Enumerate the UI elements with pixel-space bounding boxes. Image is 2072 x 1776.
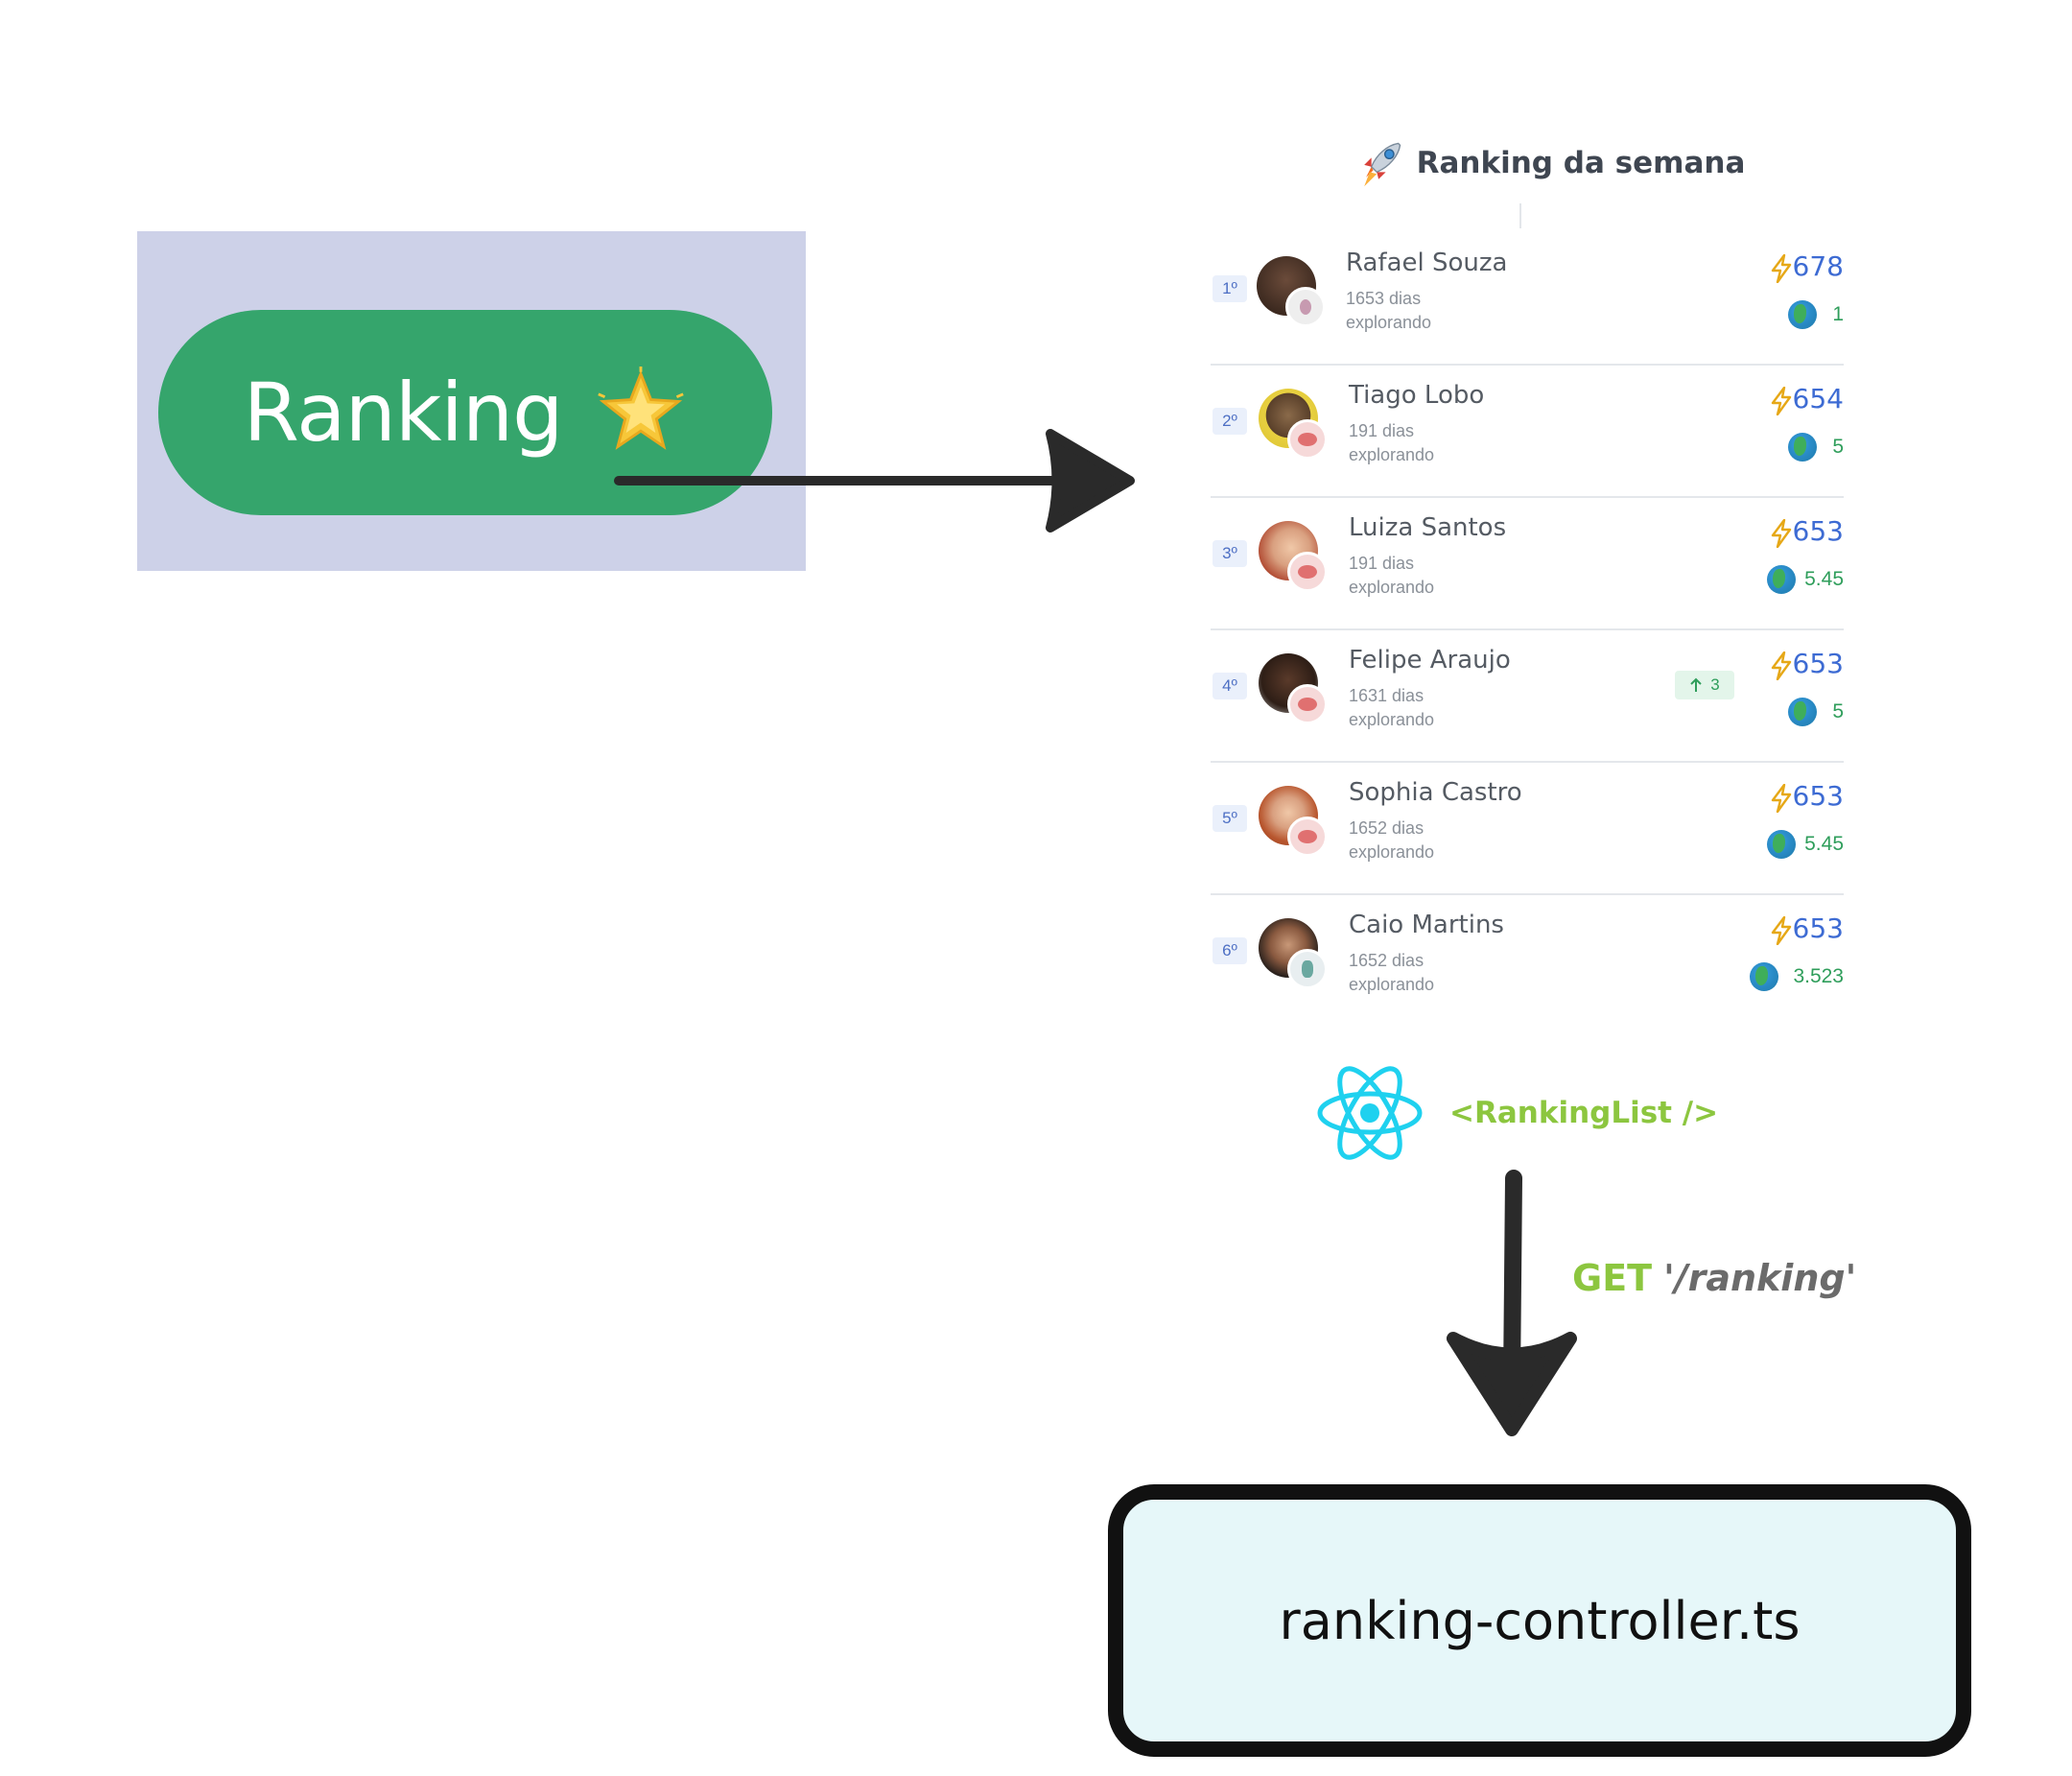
rank-trend-value: 3 — [1710, 675, 1720, 694]
lightning-icon — [1771, 916, 1792, 945]
user-status: explorando — [1349, 975, 1435, 994]
position-badge: 3º — [1213, 540, 1247, 567]
position-badge: 4º — [1213, 673, 1247, 699]
ranking-row[interactable]: 6º Caio Martins 1652 dias explorando 653… — [1211, 895, 1844, 1026]
ranking-row[interactable]: 4º Felipe Araujo 1631 dias explorando 3 … — [1211, 630, 1844, 763]
score-value: 653 — [1792, 515, 1844, 547]
sparkle-star-icon — [598, 367, 685, 450]
ranking-header: Ranking da semana — [1245, 125, 1853, 201]
ranking-row[interactable]: 2º Tiago Lobo 191 dias explorando 654 5 — [1211, 366, 1844, 498]
ranking-button-crop: Ranking — [137, 231, 806, 571]
arrow-up-icon — [1690, 677, 1702, 692]
globe-icon — [1788, 698, 1817, 726]
lightning-icon — [1771, 519, 1792, 548]
globe-icon — [1788, 433, 1817, 462]
rocket-icon — [1363, 142, 1401, 187]
http-path: '/ranking' — [1663, 1257, 1857, 1299]
avatar — [1257, 256, 1333, 333]
position-badge: 5º — [1213, 805, 1247, 832]
level-value: 5.45 — [1804, 568, 1844, 590]
controller-box: ranking-controller.ts — [1108, 1484, 1971, 1757]
user-name: Tiago Lobo — [1349, 381, 1485, 410]
globe-icon — [1750, 962, 1778, 991]
ranking-row[interactable]: 5º Sophia Castro 1652 dias explorando 65… — [1211, 763, 1844, 895]
avatar — [1259, 786, 1335, 863]
header-divider-tick — [1519, 203, 1521, 228]
level-value: 3.523 — [1793, 965, 1844, 987]
avatar — [1259, 653, 1335, 730]
user-days: 191 dias — [1349, 554, 1415, 573]
lightning-icon — [1771, 254, 1792, 283]
ranking-button-label: Ranking — [243, 366, 564, 460]
score-value: 653 — [1792, 912, 1844, 944]
user-days: 1631 dias — [1349, 686, 1424, 705]
user-status: explorando — [1349, 578, 1435, 597]
ranking-rows: 1º Rafael Souza 1653 dias explorando 678… — [1211, 233, 1844, 1106]
score-value: 678 — [1792, 250, 1844, 282]
lightning-icon — [1771, 651, 1792, 680]
arrow-down-icon — [1447, 1170, 1577, 1436]
globe-icon — [1788, 300, 1817, 329]
user-status: explorando — [1349, 842, 1435, 862]
http-request-label: GET '/ranking' — [1572, 1257, 1856, 1299]
user-name: Caio Martins — [1349, 911, 1504, 939]
level-value: 5 — [1832, 436, 1844, 458]
level-value: 1 — [1832, 303, 1844, 325]
ranking-list-panel: Ranking da semana 1º Rafael Souza 1653 d… — [1211, 125, 1853, 994]
ranking-row[interactable]: 3º Luiza Santos 191 dias explorando 653 … — [1211, 498, 1844, 630]
rank-trend-badge: 3 — [1675, 671, 1734, 699]
position-badge: 6º — [1213, 937, 1247, 964]
score-value: 653 — [1792, 780, 1844, 812]
user-status: explorando — [1349, 710, 1435, 729]
lightning-icon — [1771, 387, 1792, 415]
globe-icon — [1767, 830, 1796, 859]
http-method: GET — [1572, 1257, 1653, 1299]
user-days: 1652 dias — [1349, 818, 1424, 838]
user-days: 191 dias — [1349, 421, 1415, 440]
lightning-icon — [1771, 784, 1792, 813]
user-status: explorando — [1349, 445, 1435, 464]
position-badge: 1º — [1213, 275, 1247, 302]
globe-icon — [1767, 565, 1796, 594]
user-days: 1653 dias — [1346, 289, 1422, 308]
user-days: 1652 dias — [1349, 951, 1424, 970]
score-value: 654 — [1792, 383, 1844, 414]
level-value: 5 — [1832, 700, 1844, 722]
user-name: Rafael Souza — [1346, 249, 1508, 277]
user-name: Luiza Santos — [1349, 513, 1507, 542]
avatar — [1259, 389, 1335, 465]
controller-file-name: ranking-controller.ts — [1279, 1590, 1801, 1651]
user-status: explorando — [1346, 313, 1432, 332]
avatar — [1259, 918, 1335, 995]
user-name: Felipe Araujo — [1349, 646, 1511, 675]
avatar — [1259, 521, 1335, 598]
user-name: Sophia Castro — [1349, 778, 1522, 807]
ranking-button[interactable]: Ranking — [158, 310, 772, 515]
level-value: 5.45 — [1804, 833, 1844, 855]
ranking-row[interactable]: 1º Rafael Souza 1653 dias explorando 678… — [1211, 233, 1844, 366]
position-badge: 2º — [1213, 408, 1247, 435]
ranking-title: Ranking da semana — [1416, 146, 1746, 180]
score-value: 653 — [1792, 648, 1844, 679]
